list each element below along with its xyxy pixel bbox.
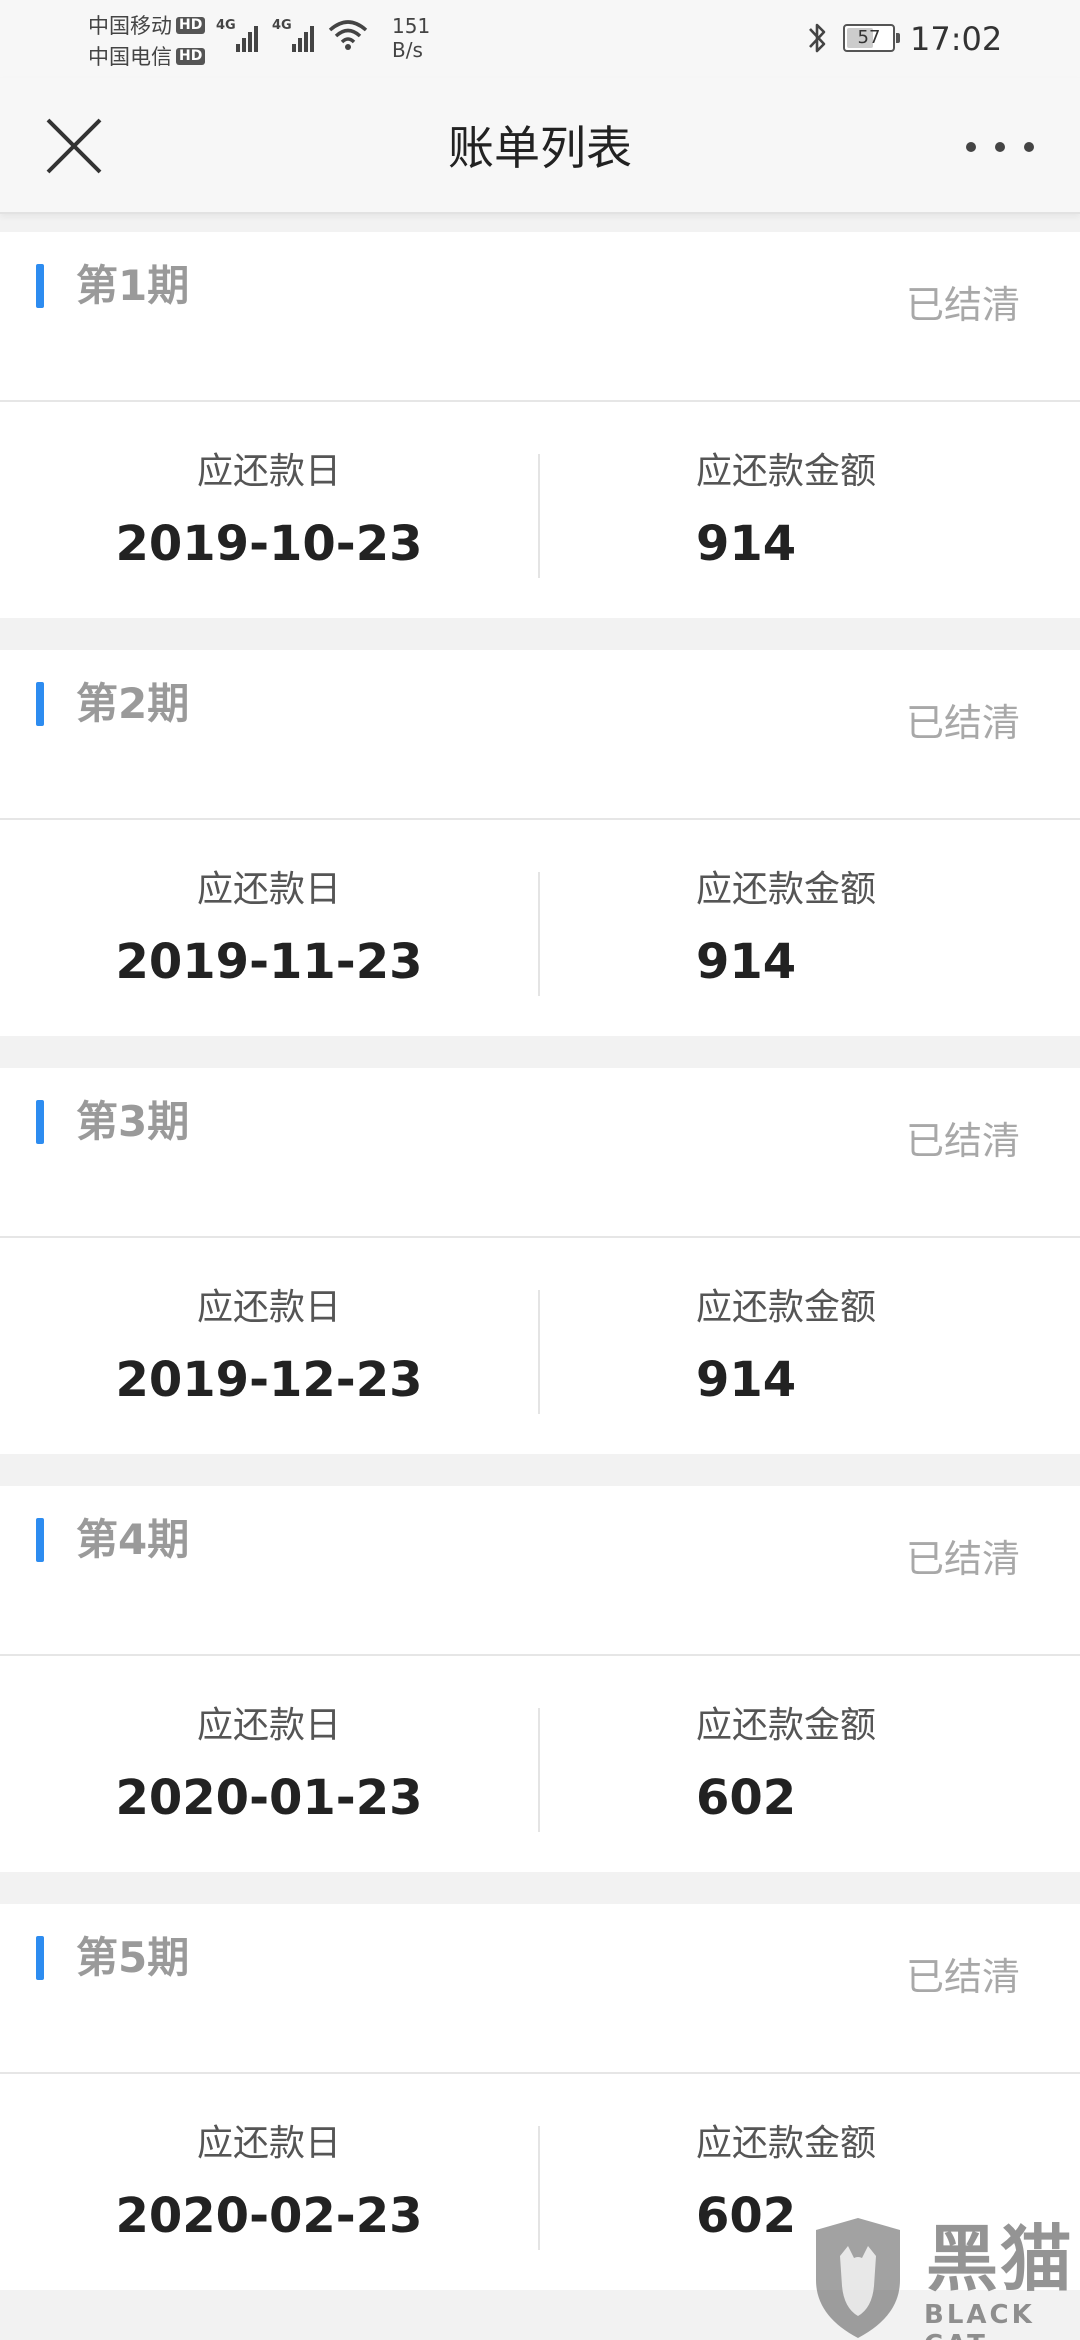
- due-date-value: 2020-02-23: [115, 2188, 423, 2244]
- due-date-label: 应还款日: [196, 451, 341, 492]
- bill-card-body: 应还款日 2019-10-23 应还款金额 914: [0, 402, 1080, 616]
- due-date-label: 应还款日: [196, 2123, 341, 2164]
- amount-label: 应还款金额: [696, 1705, 877, 1746]
- nav-bar: 账单列表: [0, 78, 1080, 214]
- bill-card-header: 第2期 已结清: [0, 650, 1080, 820]
- network-type-tag: 4G: [216, 18, 236, 33]
- bill-card[interactable]: 第2期 已结清 应还款日 2019-11-23 应还款金额 914: [0, 650, 1080, 1036]
- accent-bar: [36, 1100, 44, 1144]
- due-date-label: 应还款日: [196, 869, 341, 910]
- watermark-subtext: BLACK CAT: [924, 2300, 1035, 2340]
- signal-strength-icon: 4G: [216, 18, 258, 52]
- amount-label: 应还款金额: [696, 2123, 877, 2164]
- bill-card-body: 应还款日 2019-11-23 应还款金额 914: [0, 820, 1080, 1034]
- network-type-tag: 4G: [272, 18, 292, 33]
- signal-group: 4G 4G: [216, 18, 368, 52]
- bill-card-header: 第5期 已结清: [0, 1904, 1080, 2074]
- clock: 17:02: [910, 20, 1003, 58]
- status-badge: 已结清: [905, 1119, 1020, 1163]
- due-date-label: 应还款日: [196, 1287, 341, 1328]
- carrier-info: 中国移动 HD 中国电信 HD: [88, 10, 206, 72]
- due-date-value: 2019-11-23: [115, 934, 423, 990]
- amount-column: 应还款金额 914: [540, 402, 1080, 616]
- page-title: 账单列表: [448, 121, 632, 175]
- status-badge: 已结清: [905, 1955, 1020, 1999]
- amount-value: 914: [696, 516, 797, 572]
- more-dot: [995, 142, 1005, 152]
- due-date-value: 2019-10-23: [115, 516, 423, 572]
- due-date-column: 应还款日 2020-01-23: [0, 1656, 538, 1870]
- wifi-icon: [328, 20, 368, 50]
- bill-card[interactable]: 第4期 已结清 应还款日 2020-01-23 应还款金额 602: [0, 1486, 1080, 1872]
- bill-card-header: 第4期 已结清: [0, 1486, 1080, 1656]
- hd-badge: HD: [176, 17, 206, 34]
- amount-label: 应还款金额: [696, 869, 877, 910]
- carrier-2-label: 中国电信: [88, 44, 172, 69]
- net-speed-unit: B/s: [392, 38, 423, 62]
- period-label: 第3期: [76, 1097, 190, 1146]
- bluetooth-icon: [809, 23, 826, 53]
- due-date-label: 应还款日: [196, 1705, 341, 1746]
- period-label: 第4期: [76, 1515, 190, 1564]
- status-badge: 已结清: [905, 1537, 1020, 1581]
- period-label: 第1期: [76, 261, 190, 310]
- watermark-text: 黑猫: [926, 2217, 1075, 2301]
- accent-bar: [36, 264, 44, 308]
- bill-card[interactable]: 第1期 已结清 应还款日 2019-10-23 应还款金额 914: [0, 232, 1080, 618]
- due-date-value: 2019-12-23: [115, 1352, 423, 1408]
- accent-bar: [36, 682, 44, 726]
- black-cat-shield-icon: [816, 2218, 900, 2338]
- bill-card-header: 第1期 已结清: [0, 232, 1080, 402]
- bill-card-body: 应还款日 2019-12-23 应还款金额 914: [0, 1238, 1080, 1452]
- battery-icon: 57: [843, 24, 900, 52]
- due-date-column: 应还款日 2019-11-23: [0, 820, 538, 1034]
- period-label: 第5期: [76, 1933, 190, 1982]
- watermark: 黑猫 BLACK CAT: [808, 2216, 1080, 2340]
- more-dot: [966, 142, 976, 152]
- amount-label: 应还款金额: [696, 451, 877, 492]
- status-bar: 中国移动 HD 中国电信 HD 4G 4G 151 B/s 57 17:02: [0, 0, 1080, 78]
- status-badge: 已结清: [905, 283, 1020, 327]
- signal-strength-icon: 4G: [272, 18, 314, 52]
- due-date-column: 应还款日 2020-02-23: [0, 2074, 538, 2288]
- accent-bar: [36, 1936, 44, 1980]
- bill-card-body: 应还款日 2020-01-23 应还款金额 602: [0, 1656, 1080, 1870]
- amount-value: 602: [696, 1770, 797, 1826]
- amount-value: 914: [696, 934, 797, 990]
- amount-value: 914: [696, 1352, 797, 1408]
- battery-level: 57: [857, 27, 881, 48]
- due-date-column: 应还款日 2019-10-23: [0, 402, 538, 616]
- period-label: 第2期: [76, 679, 190, 728]
- more-icon[interactable]: [960, 124, 1040, 170]
- amount-label: 应还款金额: [696, 1287, 877, 1328]
- more-dot: [1024, 142, 1034, 152]
- due-date-value: 2020-01-23: [115, 1770, 423, 1826]
- net-speed: 151 B/s: [392, 14, 430, 62]
- bill-card[interactable]: 第3期 已结清 应还款日 2019-12-23 应还款金额 914: [0, 1068, 1080, 1454]
- due-date-column: 应还款日 2019-12-23: [0, 1238, 538, 1452]
- carrier-1-label: 中国移动: [88, 13, 172, 38]
- bill-list: 第1期 已结清 应还款日 2019-10-23 应还款金额 914 第2期 已结…: [0, 232, 1080, 2322]
- status-badge: 已结清: [905, 701, 1020, 745]
- bill-card-header: 第3期 已结清: [0, 1068, 1080, 1238]
- accent-bar: [36, 1518, 44, 1562]
- amount-column: 应还款金额 914: [540, 1238, 1080, 1452]
- hd-badge: HD: [176, 48, 206, 65]
- net-speed-value: 151: [392, 14, 431, 38]
- amount-column: 应还款金额 914: [540, 820, 1080, 1034]
- amount-column: 应还款金额 602: [540, 1656, 1080, 1870]
